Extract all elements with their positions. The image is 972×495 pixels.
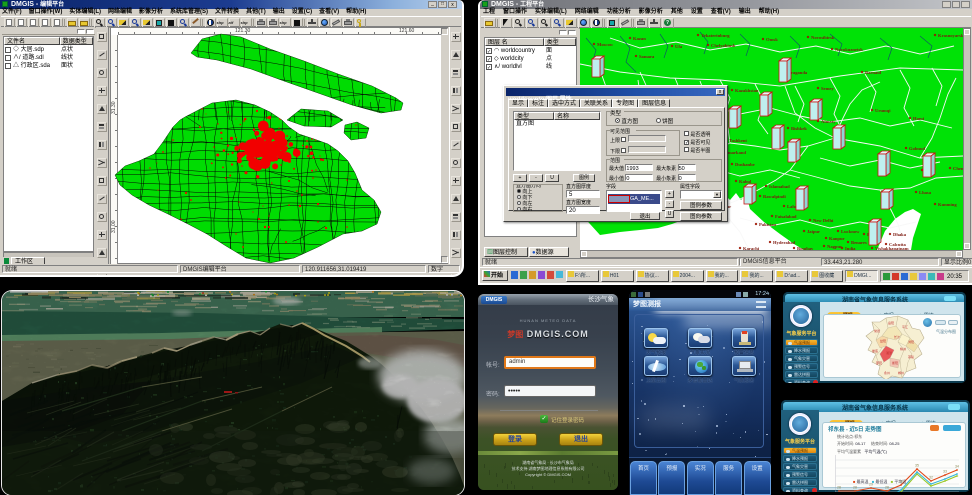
svg-text:平江: 平江 xyxy=(902,324,908,329)
svg-text:邵阳: 邵阳 xyxy=(876,360,882,365)
svg-text:Bishkek: Bishkek xyxy=(791,126,807,131)
svg-text:Golmud: Golmud xyxy=(909,146,926,151)
svg-text:衡阳: 衡阳 xyxy=(892,360,898,365)
svg-text:Dhaka: Dhaka xyxy=(893,232,907,237)
svg-text:Kabul: Kabul xyxy=(739,179,752,184)
svg-text:Lucknow: Lucknow xyxy=(841,229,860,234)
svg-text:New Delhi: New Delhi xyxy=(813,218,834,223)
svg-text:Rawalpindi: Rawalpindi xyxy=(763,194,786,199)
svg-text:Faisalabad: Faisalabad xyxy=(775,214,797,219)
svg-text:Novokuznetsk: Novokuznetsk xyxy=(835,47,863,52)
svg-text:Samara: Samara xyxy=(639,54,655,59)
svg-text:Nagpur: Nagpur xyxy=(827,244,842,249)
svg-text:35: 35 xyxy=(915,464,919,468)
svg-text:28: 28 xyxy=(885,486,889,490)
svg-text:娄底: 娄底 xyxy=(872,348,878,353)
svg-text:Tashkent: Tashkent xyxy=(729,138,747,143)
svg-text:34: 34 xyxy=(955,465,959,469)
svg-text:Omsk: Omsk xyxy=(766,37,778,42)
svg-text:Kanpur: Kanpur xyxy=(829,236,845,241)
svg-text:Moscow: Moscow xyxy=(597,42,614,47)
svg-text:Chelyabinsk: Chelyabinsk xyxy=(711,43,736,48)
svg-text:32: 32 xyxy=(929,476,933,480)
svg-text:株洲: 株洲 xyxy=(900,346,906,351)
svg-text:岳阳: 岳阳 xyxy=(888,320,894,325)
svg-text:Almaty: Almaty xyxy=(821,119,836,124)
svg-text:Hami: Hami xyxy=(913,116,925,121)
svg-text:湘潭: 湘潭 xyxy=(886,350,892,355)
svg-text:Yekaterinburg: Yekaterinburg xyxy=(701,33,730,38)
svg-text:Lhasa: Lhasa xyxy=(919,190,932,195)
svg-text:Jaipur: Jaipur xyxy=(807,229,820,234)
svg-text:Kazan: Kazan xyxy=(633,36,646,41)
svg-text:Chengtu: Chengtu xyxy=(953,166,963,171)
svg-text:Kunming: Kunming xyxy=(938,202,957,207)
svg-text:永州: 永州 xyxy=(884,370,890,375)
svg-text:28: 28 xyxy=(853,486,857,490)
svg-text:Ufa: Ufa xyxy=(675,44,683,49)
svg-text:Barnaul: Barnaul xyxy=(865,70,882,75)
svg-text:益阳: 益阳 xyxy=(880,338,886,343)
svg-text:Pakistan: Pakistan xyxy=(759,222,777,227)
svg-text:茶陵: 茶陵 xyxy=(908,354,914,359)
svg-text:33: 33 xyxy=(943,470,947,474)
svg-text:长沙: 长沙 xyxy=(894,334,900,339)
svg-text:Semey: Semey xyxy=(821,86,834,91)
svg-text:Krasnoyarsk: Krasnoyarsk xyxy=(938,33,963,38)
svg-text:Hyderabad: Hyderabad xyxy=(773,240,796,245)
svg-text:Novosibirsk: Novosibirsk xyxy=(811,35,835,40)
svg-text:Islamabad: Islamabad xyxy=(769,184,790,189)
svg-text:常德: 常德 xyxy=(874,328,880,333)
svg-text:28: 28 xyxy=(837,486,841,490)
svg-text:Urumqi: Urumqi xyxy=(875,108,891,113)
svg-text:Benares: Benares xyxy=(851,240,867,245)
svg-text:Dushanbe: Dushanbe xyxy=(735,162,755,167)
svg-text:郴州: 郴州 xyxy=(898,370,904,375)
svg-text:浏阳: 浏阳 xyxy=(908,339,914,344)
svg-text:Kazakhstan: Kazakhstan xyxy=(735,88,759,93)
